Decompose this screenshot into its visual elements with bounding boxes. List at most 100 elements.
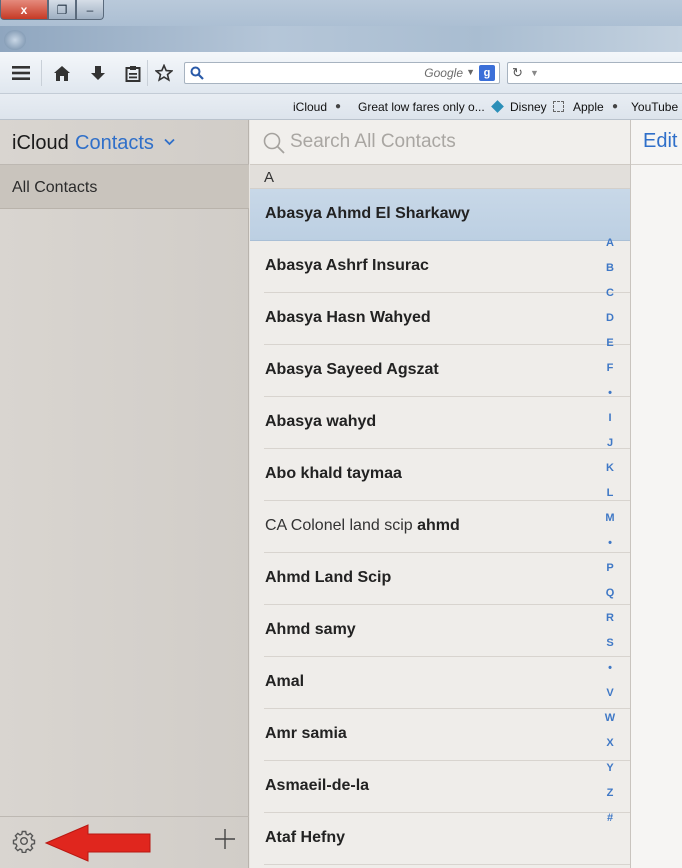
bookmark-apple[interactable]: Apple	[573, 100, 604, 114]
contact-name: Abo khald taymaa	[265, 465, 402, 483]
red-arrow-annotation-icon	[44, 823, 152, 863]
bookmark-great-low-fares[interactable]: Great low fares only o...	[358, 100, 485, 114]
section-letter: A	[264, 169, 275, 186]
contact-name: Abasya Ahmd El Sharkawy	[265, 205, 470, 223]
bookmark-disney[interactable]: Disney	[510, 100, 547, 114]
bookmark-icloud[interactable]: iCloud	[293, 100, 327, 114]
search-input[interactable]	[290, 128, 610, 156]
contact-name: Ahmd Land Scip	[265, 569, 391, 587]
contact-name: Abasya Hasn Wahyed	[265, 309, 431, 327]
group-label: All Contacts	[12, 179, 98, 196]
download-icon[interactable]	[87, 63, 109, 83]
contact-first-name: Abasya Hasn Wahyed	[265, 309, 431, 326]
bookmark-star-icon[interactable]	[153, 63, 175, 83]
index-letter[interactable]: E	[598, 337, 622, 349]
contact-row[interactable]: Ahmd samy	[250, 605, 630, 657]
google-logo-icon[interactable]: g	[479, 65, 495, 81]
contact-name: Abasya Ashrf Insurac	[265, 257, 429, 275]
app-switcher-button[interactable]: Contacts	[75, 132, 154, 155]
index-letter[interactable]: C	[598, 287, 622, 299]
contacts-app: iCloud Contacts All Contacts Search All …	[0, 120, 682, 868]
index-letter[interactable]: B	[598, 262, 622, 274]
index-letter[interactable]: Q	[598, 587, 622, 599]
window-restore-button[interactable]: ❐	[48, 0, 76, 20]
icloud-brand: iCloud	[12, 132, 69, 154]
window-titlebar: x ❐ –	[0, 0, 682, 52]
index-letter[interactable]: L	[598, 487, 622, 499]
add-contact-button[interactable]	[213, 827, 237, 851]
home-icon[interactable]	[51, 63, 73, 83]
chevron-down-icon[interactable]	[164, 134, 175, 149]
chevron-down-icon[interactable]: ▼	[466, 67, 475, 77]
contact-rows: Abasya Ahmd El Sharkawy Abasya Ashrf Insu…	[250, 189, 630, 865]
contact-row[interactable]: Abasya Hasn Wahyed	[250, 293, 630, 345]
index-letter[interactable]: Y	[598, 762, 622, 774]
chevron-down-icon[interactable]: ▼	[530, 68, 539, 78]
contact-row[interactable]: Amal	[250, 657, 630, 709]
browser-logo-icon	[4, 30, 26, 50]
search-engine-label: Google	[424, 66, 463, 80]
index-letter[interactable]: W	[598, 712, 622, 724]
apple-icon: ●	[335, 101, 342, 112]
contact-row[interactable]: Abasya wahyd	[250, 397, 630, 449]
reload-icon[interactable]: ↻	[512, 65, 523, 81]
contact-row[interactable]: Abasya Ahmd El Sharkawy	[250, 189, 630, 241]
groups-sidebar: iCloud Contacts All Contacts	[0, 120, 249, 868]
bookmarks-bar: iCloud ● Great low fares only o... Disne…	[0, 94, 682, 120]
apple-icon: ●	[612, 101, 619, 112]
sidebar-footer	[0, 816, 249, 868]
contact-row[interactable]: Abo khald taymaa	[250, 449, 630, 501]
contact-first-name: Amal	[265, 673, 305, 690]
contact-first-name: Abasya Ashrf Insurac	[265, 257, 429, 274]
index-letter[interactable]: J	[598, 437, 622, 449]
index-letter[interactable]: R	[598, 612, 622, 624]
contact-first-name: Ataf Hefny	[265, 829, 346, 846]
contact-first-name: Ahmd samy	[265, 621, 356, 638]
contact-row[interactable]: Abasya Sayeed Agszat	[250, 345, 630, 397]
edit-button[interactable]: Edit	[643, 130, 677, 153]
menu-icon[interactable]	[10, 63, 32, 83]
contact-first-name: Abasya Ahmd El Sharkawy	[265, 205, 470, 222]
window-close-button[interactable]: x	[0, 0, 48, 20]
index-letter[interactable]: F	[598, 362, 622, 374]
index-letter[interactable]: I	[598, 412, 622, 424]
index-letter[interactable]: X	[598, 737, 622, 749]
contact-row[interactable]: Ataf Hefny	[250, 813, 630, 865]
url-bar[interactable]: Google ▼ g	[184, 62, 500, 84]
contact-name: Amal	[265, 673, 304, 691]
index-letter[interactable]: K	[598, 462, 622, 474]
contact-row[interactable]: CA Colonel land scip ahmd	[250, 501, 630, 553]
contact-detail-pane: Edit	[630, 120, 682, 868]
gear-icon[interactable]	[12, 829, 36, 854]
group-all-contacts[interactable]: All Contacts	[0, 165, 249, 209]
index-dot[interactable]: •	[598, 537, 622, 549]
index-dot[interactable]: •	[598, 387, 622, 399]
contact-name: CA Colonel land scip ahmd	[265, 517, 460, 535]
window-minimize-button[interactable]: –	[76, 0, 104, 20]
contact-row[interactable]: Abasya Ashrf Insurac	[250, 241, 630, 293]
index-letter[interactable]: A	[598, 237, 622, 249]
index-letter[interactable]: D	[598, 312, 622, 324]
window-controls: x ❐ –	[0, 0, 104, 20]
sidebar-header: iCloud Contacts	[0, 120, 249, 165]
contact-row[interactable]: Ahmd Land Scip	[250, 553, 630, 605]
index-letter[interactable]: V	[598, 687, 622, 699]
contacts-search	[250, 120, 630, 165]
index-letter[interactable]: S	[598, 637, 622, 649]
index-letter[interactable]: Z	[598, 787, 622, 799]
contact-first-name: Abasya wahyd	[265, 413, 377, 430]
index-dot[interactable]: •	[598, 662, 622, 674]
bookmark-youtube[interactable]: YouTube	[631, 100, 678, 114]
contact-row[interactable]: Amr samia	[250, 709, 630, 761]
index-letter[interactable]: #	[598, 812, 622, 824]
contact-first-name: Abo khald taymaa	[265, 465, 402, 482]
browser-search-bar[interactable]: ↻ ▼	[507, 62, 682, 84]
diamond-icon	[491, 100, 504, 113]
section-header: A	[250, 165, 630, 189]
square-icon	[553, 101, 564, 112]
contact-row[interactable]: Asmaeil-de-la	[250, 761, 630, 813]
index-letter[interactable]: P	[598, 562, 622, 574]
clipboard-icon[interactable]	[122, 63, 144, 83]
index-letter[interactable]: M	[598, 512, 622, 524]
contact-name: Abasya Sayeed Agszat	[265, 361, 439, 379]
